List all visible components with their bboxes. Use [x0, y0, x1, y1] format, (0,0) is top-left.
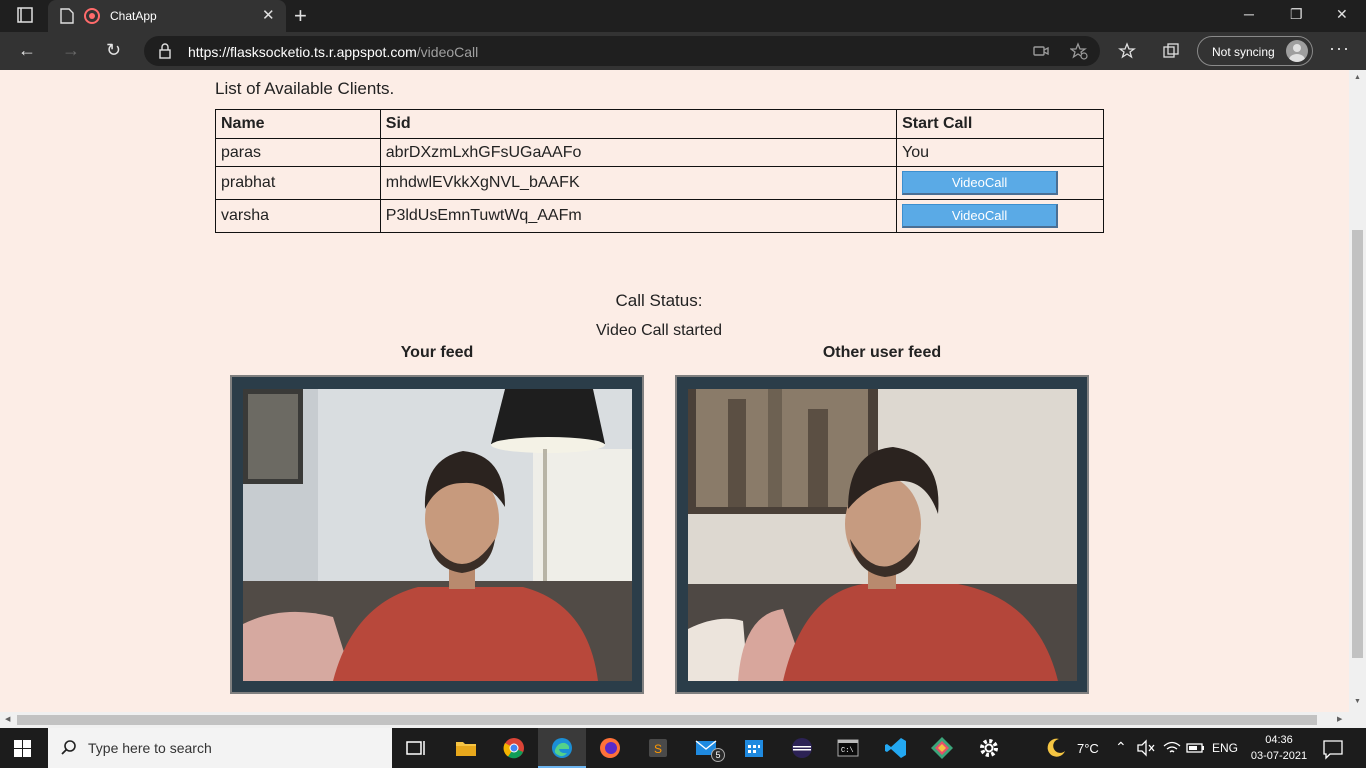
sync-label: Not syncing	[1212, 45, 1275, 59]
client-sid: mhdwlEVkkXgNVL_bAAFK	[379, 166, 898, 200]
favorites-icon[interactable]	[1118, 42, 1136, 60]
search-icon	[61, 740, 76, 755]
tab-close-icon[interactable]: ✕	[262, 6, 275, 24]
taskbar-search-box[interactable]: Type here to search	[48, 728, 392, 768]
column-header-sid: Sid	[379, 109, 898, 139]
avatar-icon	[1286, 40, 1308, 62]
back-arrow-icon[interactable]: ←	[18, 40, 36, 61]
page-viewport: List of Available Clients. Name Sid Star…	[0, 70, 1366, 728]
scroll-right-icon[interactable]: ▶	[1337, 715, 1342, 723]
other-user-video-feed	[688, 389, 1077, 681]
scroll-up-icon[interactable]: ▲	[1354, 74, 1361, 81]
table-row: prabhat mhdwlEVkkXgNVL_bAAFK VideoCall	[215, 166, 1104, 200]
table-header-row: Name Sid Start Call	[215, 109, 1104, 139]
input-language[interactable]: ENG	[1212, 741, 1238, 755]
column-header-name: Name	[215, 109, 381, 139]
taskbar-clock[interactable]: 04:36 03-07-2021	[1248, 732, 1310, 764]
client-name: paras	[215, 138, 381, 167]
vertical-scroll-thumb[interactable]	[1352, 230, 1363, 658]
weather-moon-icon[interactable]	[1044, 736, 1068, 760]
clock-date: 03-07-2021	[1250, 750, 1308, 762]
calendar-icon[interactable]	[742, 736, 766, 760]
search-placeholder: Type here to search	[88, 740, 212, 756]
url-host: https://flasksocketio.ts.r.appspot.com	[188, 44, 417, 60]
self-indicator: You	[896, 138, 1104, 167]
windows-taskbar: Type here to search S 5 C:\ 7°C ⌃ ENG 04…	[0, 728, 1366, 768]
client-sid: P3ldUsEmnTuwtWq_AAFm	[379, 199, 898, 233]
start-call-cell: VideoCall	[896, 199, 1104, 233]
battery-icon[interactable]	[1186, 738, 1206, 758]
scrollbar-corner	[1349, 712, 1366, 728]
tab-actions-icon[interactable]	[10, 7, 38, 25]
mail-badge: 5	[711, 748, 725, 762]
your-video-feed	[243, 389, 632, 681]
url-path: /videoCall	[416, 44, 479, 60]
minimize-icon[interactable]: ─	[1244, 6, 1254, 22]
table-row: paras abrDXzmLxhGFsUGaAAFo You	[215, 138, 1104, 167]
chrome-icon[interactable]	[502, 736, 526, 760]
browser-tab-chatapp[interactable]: ChatApp ✕	[48, 0, 286, 32]
edge-icon[interactable]	[550, 736, 574, 760]
client-name: prabhat	[215, 166, 381, 200]
windows-start-icon[interactable]	[14, 740, 31, 757]
scroll-down-icon[interactable]: ▼	[1354, 698, 1361, 705]
call-status-text: Video Call started	[596, 322, 722, 339]
start-call-cell: VideoCall	[896, 166, 1104, 200]
videocall-button-prabhat[interactable]: VideoCall	[902, 171, 1059, 195]
scroll-left-icon[interactable]: ◀	[5, 715, 10, 723]
clients-list-title: List of Available Clients.	[215, 79, 395, 98]
vertical-scrollbar[interactable]: ▲ ▼	[1349, 70, 1366, 712]
clients-table: Name Sid Start Call paras abrDXzmLxhGFsU…	[215, 109, 1104, 233]
url-text[interactable]: https://flasksocketio.ts.r.appspot.com/v…	[188, 44, 478, 60]
call-status-label: Call Status:	[615, 291, 703, 310]
table-row: varsha P3ldUsEmnTuwtWq_AAFm VideoCall	[215, 199, 1104, 233]
column-header-start-call: Start Call	[896, 109, 1104, 139]
page-icon	[60, 8, 74, 24]
tab-title: ChatApp	[110, 9, 157, 23]
lock-icon[interactable]	[158, 43, 172, 59]
browser-titlebar: ChatApp ✕ + ─ ❐ ✕	[0, 0, 1366, 32]
settings-gear-icon[interactable]	[977, 736, 1001, 760]
forward-arrow-icon[interactable]: →	[62, 40, 80, 61]
horizontal-scroll-thumb[interactable]	[17, 715, 1317, 725]
file-explorer-icon[interactable]	[454, 736, 478, 760]
sublime-text-icon[interactable]: S	[646, 736, 670, 760]
collections-icon[interactable]	[1162, 42, 1180, 60]
more-options-icon[interactable]: ···	[1329, 38, 1350, 59]
other-user-feed-frame	[675, 375, 1089, 694]
show-hidden-icons-icon[interactable]: ⌃	[1115, 739, 1127, 756]
browser-toolbar: ← → ↻ https://flasksocketio.ts.r.appspot…	[0, 32, 1366, 70]
recording-indicator-icon	[84, 8, 100, 24]
network-icon[interactable]	[1162, 738, 1182, 758]
add-favorite-icon[interactable]	[1070, 42, 1088, 60]
refresh-icon[interactable]: ↻	[106, 40, 121, 61]
new-tab-button[interactable]: +	[294, 3, 307, 29]
your-feed-label: Your feed	[400, 344, 474, 361]
svg-text:C:\: C:\	[841, 747, 854, 755]
task-view-icon[interactable]	[404, 736, 428, 760]
address-bar[interactable]: https://flasksocketio.ts.r.appspot.com/v…	[144, 36, 1100, 66]
eclipse-icon[interactable]	[790, 736, 814, 760]
camera-in-use-icon[interactable]	[1032, 42, 1050, 60]
window-close-icon[interactable]: ✕	[1336, 6, 1348, 23]
client-name: varsha	[215, 199, 381, 233]
weather-temperature[interactable]: 7°C	[1077, 741, 1099, 756]
svg-text:S: S	[654, 742, 662, 756]
profile-sync-button[interactable]: Not syncing	[1197, 36, 1313, 66]
your-feed-frame	[230, 375, 644, 694]
vscode-icon[interactable]	[884, 736, 908, 760]
restore-icon[interactable]: ❐	[1290, 6, 1303, 23]
other-feed-label: Other user feed	[822, 344, 942, 361]
horizontal-scrollbar[interactable]: ◀ ▶	[0, 712, 1349, 728]
gitkraken-icon[interactable]	[930, 736, 954, 760]
client-sid: abrDXzmLxhGFsUGaAAFo	[379, 138, 898, 167]
notifications-icon[interactable]	[1322, 738, 1344, 760]
videocall-button-varsha[interactable]: VideoCall	[902, 204, 1059, 228]
clock-time: 04:36	[1265, 734, 1293, 746]
firefox-icon[interactable]	[598, 736, 622, 760]
terminal-icon[interactable]: C:\	[836, 736, 860, 760]
volume-muted-icon[interactable]	[1136, 738, 1156, 758]
